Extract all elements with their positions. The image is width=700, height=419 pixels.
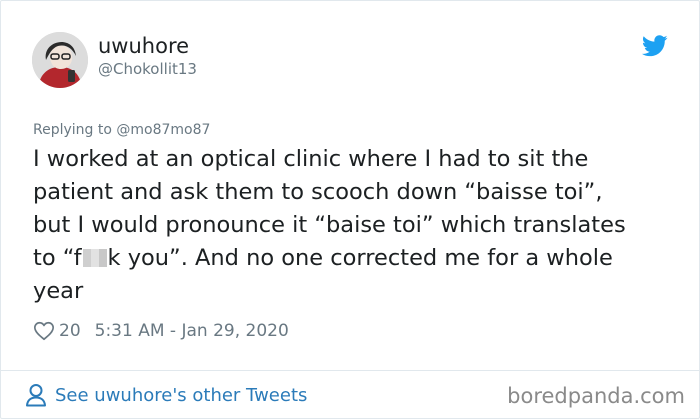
tweet-text-fragment: to “f [33,245,82,271]
tweet-text: I worked at an optical clinic where I ha… [33,143,673,308]
reply-mention[interactable]: @mo87mo87 [116,122,210,138]
avatar[interactable] [32,32,88,88]
like-count[interactable]: 20 [59,321,81,341]
avatar-image [32,32,88,88]
reply-prefix: Replying to [33,122,112,138]
reply-context: Replying to @mo87mo87 [33,121,210,139]
tweet-card: uwuhore @Chokollit13 Replying to @mo87mo… [0,0,700,419]
tweet-text-line: to “f k you”. And no one corrected me for… [33,242,673,275]
see-other-tweets-label[interactable]: See uwuhore's other Tweets [55,385,307,406]
tweet-text-fragment: k you”. And no one corrected me for a wh… [107,245,613,271]
censor-pixelation [82,249,107,267]
watermark: boredpanda.com [507,384,685,408]
divider [1,370,699,371]
timestamp[interactable]: 5:31 AM - Jan 29, 2020 [95,321,289,341]
tweet-text-line: but I would pronounce it “baise toi” whi… [33,212,626,238]
heart-icon[interactable] [33,320,55,342]
tweet-text-line: patient and ask them to scooch down “bai… [33,179,603,205]
see-other-tweets-link[interactable]: See uwuhore's other Tweets [25,382,307,408]
tweet-meta: 20 5:31 AM - Jan 29, 2020 [33,319,289,343]
tweet-text-line: year [33,278,84,304]
twitter-bird-icon[interactable] [642,35,668,57]
display-name[interactable]: uwuhore [98,34,189,58]
user-handle[interactable]: @Chokollit13 [98,60,197,78]
user-icon [26,384,46,407]
tweet-text-line: I worked at an optical clinic where I ha… [33,146,589,172]
